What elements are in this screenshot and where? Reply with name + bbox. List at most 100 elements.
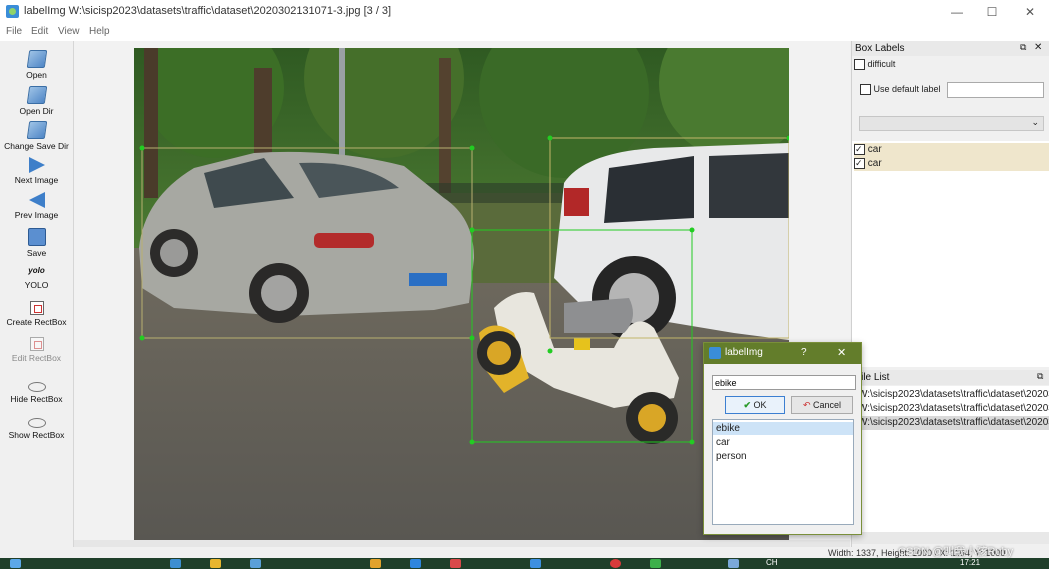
app-icon[interactable] (410, 559, 421, 568)
start-icon[interactable] (10, 559, 21, 568)
label-list-item[interactable]: car (854, 142, 1049, 157)
arrow-right-icon (28, 157, 45, 173)
create-rectbox-label: Create RectBox (6, 317, 67, 327)
dialog-title-bar: labelImg ? ✕ (704, 343, 861, 364)
open-label: Open (26, 70, 47, 80)
use-default-label-text: Use default label (873, 84, 941, 94)
show-rectbox-label: Show RectBox (8, 430, 65, 440)
check-icon: ✔ (743, 400, 751, 410)
app-icon (709, 347, 721, 359)
label-visible-checkbox[interactable] (854, 156, 865, 170)
open-dir-label: Open Dir (19, 106, 54, 116)
close-button[interactable]: ✕ (1013, 3, 1047, 21)
undo-icon: ↶ (802, 400, 811, 410)
arrow-left-icon (28, 192, 45, 208)
file-list-item-selected[interactable]: W:\sicisp2023\datasets\traffic\dataset\2… (858, 416, 1049, 430)
change-save-dir-button[interactable]: Change Save Dir (0, 121, 73, 151)
window-title: labelImg W:\sicisp2023\datasets\traffic\… (24, 5, 392, 17)
app-icon[interactable] (370, 559, 381, 568)
float-icon[interactable]: ⧉ (1037, 371, 1043, 382)
annotated-image[interactable] (134, 48, 789, 540)
yolo-button[interactable]: yolo YOLO (0, 266, 73, 290)
app-icon[interactable] (610, 559, 621, 568)
menu-help[interactable]: Help (89, 26, 110, 37)
difficult-checkbox[interactable] (854, 59, 865, 71)
left-toolbar: Open Open Dir Change Save Dir Next Image… (0, 41, 74, 547)
cancel-button[interactable]: ↶ Cancel (791, 396, 853, 414)
status-bar: Width: 1337, Height: 1000 / X: 1164; Y: … (0, 546, 1049, 558)
show-rectbox-button[interactable]: Show RectBox (0, 414, 73, 440)
hide-rectbox-label: Hide RectBox (10, 394, 63, 404)
label-list-item-text: car (867, 144, 882, 155)
create-rectbox-button[interactable]: Create RectBox (0, 301, 73, 327)
app-icon[interactable] (450, 559, 461, 568)
menu-view[interactable]: View (58, 26, 80, 37)
next-image-label: Next Image (14, 175, 59, 185)
label-input[interactable] (712, 375, 856, 390)
box-labels-panel: Box Labels ⧉ ✕ difficult Use default lab… (851, 41, 1049, 367)
edit-rectbox-label: Edit RectBox (11, 353, 62, 363)
maximize-button[interactable]: ☐ (975, 3, 1009, 21)
file-list-item[interactable]: W:\sicisp2023\datasets\traffic\dataset\2… (858, 402, 1049, 416)
labelimg-taskbar-icon[interactable] (728, 559, 739, 568)
save-icon (27, 228, 46, 246)
edit-rect-icon (29, 337, 44, 351)
label-list: car car (852, 141, 1049, 367)
label-list-item[interactable]: car (854, 156, 1049, 171)
clock[interactable]: 17:21 (960, 558, 980, 567)
label-dropdown[interactable]: ⌄ (859, 116, 1044, 131)
difficult-checkbox-row[interactable]: difficult (854, 59, 895, 71)
label-option[interactable]: car (713, 436, 853, 449)
use-default-label-row[interactable]: Use default label (860, 84, 941, 96)
ok-button[interactable]: ✔ OK (725, 396, 785, 414)
title-bar: labelImg W:\sicisp2023\datasets\traffic\… (0, 0, 1049, 24)
close-dock-icon[interactable]: ✕ (1034, 42, 1042, 53)
prev-image-button[interactable]: Prev Image (0, 192, 73, 220)
menu-file[interactable]: File (6, 26, 22, 37)
yolo-label: YOLO (24, 280, 49, 290)
prev-image-label: Prev Image (14, 210, 59, 220)
label-list-item-text: car (867, 158, 882, 169)
label-option[interactable]: person (713, 450, 853, 463)
help-button[interactable]: ? (801, 347, 807, 358)
input-language[interactable]: CH (766, 558, 778, 567)
open-folder-icon (26, 50, 47, 68)
app-icon[interactable] (250, 559, 261, 568)
open-dir-button[interactable]: Open Dir (0, 86, 73, 116)
cancel-label: Cancel (813, 400, 842, 410)
default-label-input[interactable] (947, 82, 1044, 98)
save-button[interactable]: Save (0, 228, 73, 258)
app-icon (6, 5, 19, 18)
menu-edit[interactable]: Edit (31, 26, 48, 37)
label-visible-checkbox[interactable] (854, 142, 865, 156)
minimize-button[interactable]: — (940, 3, 974, 21)
label-option[interactable]: ebike (713, 422, 853, 435)
file-list-panel: File List ⧉ W:\sicisp2023\datasets\traff… (851, 370, 1049, 547)
edit-rectbox-button[interactable]: Edit RectBox (0, 337, 73, 363)
open-dir-icon (26, 86, 47, 104)
app-icon[interactable] (170, 559, 181, 568)
file-list-item[interactable]: W:\sicisp2023\datasets\traffic\dataset\2… (858, 388, 1049, 402)
next-image-button[interactable]: Next Image (0, 157, 73, 185)
eye-icon (27, 382, 46, 392)
yolo-icon: yolo (28, 266, 45, 275)
file-list: W:\sicisp2023\datasets\traffic\dataset\2… (852, 386, 1049, 532)
change-save-dir-label: Change Save Dir (4, 141, 69, 151)
change-save-dir-icon (26, 121, 47, 139)
file-list-header: File List ⧉ (852, 370, 1049, 385)
dialog-title: labelImg (725, 347, 763, 358)
app-icon[interactable] (530, 559, 541, 568)
open-button[interactable]: Open (0, 50, 73, 80)
label-dialog: labelImg ? ✕ ✔ OK ↶ Cancel ebike car per… (703, 342, 862, 535)
box-labels-title: Box Labels (855, 43, 905, 54)
canvas-scrollbar[interactable] (74, 540, 850, 547)
dialog-close-button[interactable]: ✕ (837, 346, 846, 359)
watermark: CSDN @叫我小孩Ruby (898, 546, 1014, 558)
hide-rectbox-button[interactable]: Hide RectBox (0, 378, 73, 404)
float-icon[interactable]: ⧉ (1020, 42, 1026, 53)
chevron-down-icon: ⌄ (1031, 117, 1039, 127)
use-default-label-checkbox[interactable] (860, 84, 871, 96)
folder-icon[interactable] (210, 559, 221, 568)
taskbar: CH 17:21 (0, 558, 1049, 569)
app-icon[interactable] (650, 559, 661, 568)
